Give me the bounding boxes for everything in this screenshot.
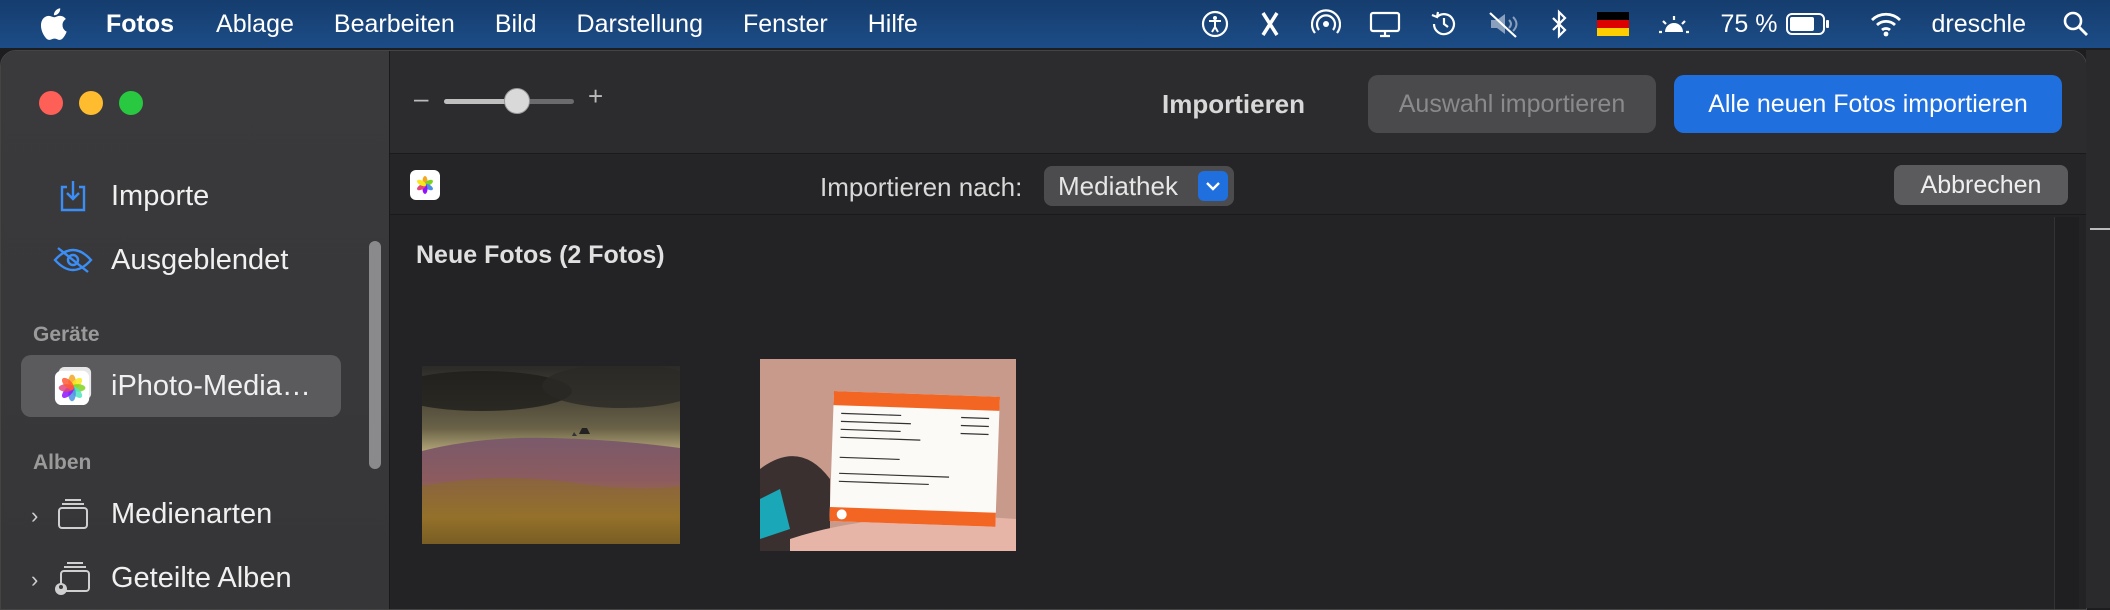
hidden-eye-icon (53, 240, 93, 280)
status-area: 75 % dreschle (1173, 0, 2110, 48)
mute-icon[interactable] (1487, 10, 1521, 38)
devices-header: Geräte (33, 323, 100, 346)
minimize-window-button[interactable] (79, 91, 103, 115)
shared-stack-icon (53, 558, 93, 598)
menu-app-name[interactable]: Fotos (106, 10, 174, 39)
import-to-label: Importieren nach: (820, 172, 1023, 202)
zoom-slider[interactable] (444, 88, 574, 114)
brightness-icon[interactable] (1657, 10, 1691, 38)
menu-hilfe[interactable]: Hilfe (868, 10, 918, 39)
sidebar-item-label: Medienarten (111, 497, 273, 530)
import-icon (53, 176, 93, 216)
sidebar-item-importe[interactable]: Importe (21, 165, 341, 227)
close-window-button[interactable] (39, 91, 63, 115)
search-icon[interactable] (2062, 10, 2090, 38)
sidebar-item-ausgeblendet[interactable]: Ausgeblendet (21, 229, 341, 291)
menu-bearbeiten[interactable]: Bearbeiten (334, 10, 455, 39)
destination-value: Mediathek (1058, 170, 1178, 201)
photos-window: Importe Ausgeblendet Geräte iPhoto-Media… (0, 50, 2087, 610)
sidebar-item-geteilte-alben[interactable]: Geteilte Alben (21, 547, 341, 609)
section-title: Neue Fotos (2 Fotos) (416, 241, 665, 269)
sidebar-item-label: Ausgeblendet (111, 243, 289, 276)
battery-percent[interactable]: 75 % (1721, 10, 1778, 39)
zoom-in-icon[interactable]: + (588, 81, 603, 112)
sidebar-item-label: Importe (111, 179, 210, 212)
albums-header: Alben (33, 451, 92, 474)
menu-bild[interactable]: Bild (495, 10, 537, 39)
sidebar-item-device[interactable]: iPhoto-Media… (21, 355, 341, 417)
photos-app-icon (410, 170, 440, 200)
sidebar-scrollbar[interactable] (369, 241, 381, 469)
photos-library-icon (53, 366, 93, 406)
menu-darstellung[interactable]: Darstellung (577, 10, 703, 39)
menu-ablage[interactable]: Ablage (216, 10, 294, 39)
import-destination-bar: Importieren nach: Mediathek Abbrechen (390, 154, 2086, 215)
battery-icon[interactable] (1785, 12, 1830, 36)
german-flag-icon[interactable] (1596, 12, 1629, 36)
accessibility-icon[interactable] (1201, 10, 1229, 38)
sidebar-item-medienarten[interactable]: Medienarten (21, 483, 341, 545)
import-all-button[interactable]: Alle neuen Fotos importieren (1674, 75, 2062, 133)
airdrop-icon[interactable] (1310, 9, 1341, 39)
stack-icon (53, 494, 93, 534)
user-name[interactable]: dreschle (1932, 10, 2027, 39)
import-view: – + Importieren Auswahl importieren Alle… (390, 51, 2086, 609)
bluetooth-icon[interactable] (1549, 9, 1569, 39)
time-machine-icon[interactable] (1429, 9, 1459, 39)
menu-fenster[interactable]: Fenster (743, 10, 828, 39)
zoom-window-button[interactable] (119, 91, 143, 115)
zoom-out-icon[interactable]: – (414, 83, 428, 114)
toolbar: – + Importieren Auswahl importieren Alle… (390, 51, 2086, 154)
display-icon[interactable] (1369, 10, 1401, 38)
photo-thumbnail-landscape[interactable] (422, 366, 680, 544)
background-window-detail (2090, 228, 2110, 230)
cancel-button[interactable]: Abbrechen (1894, 165, 2068, 205)
import-selection-button[interactable]: Auswahl importieren (1368, 75, 1656, 133)
content-scrollbar[interactable] (2054, 217, 2079, 609)
background-window-edge (2086, 50, 2110, 608)
destination-select[interactable]: Mediathek (1044, 166, 1234, 206)
wifi-icon[interactable] (1870, 11, 1902, 37)
toolbar-title: Importieren (1162, 89, 1306, 119)
sidebar-item-label: Geteilte Alben (111, 561, 292, 594)
photo-thumbnail-ticket[interactable] (760, 359, 1016, 551)
window-controls (39, 91, 159, 115)
menu-bar: Fotos Ablage Bearbeiten Bild Darstellung… (0, 0, 2110, 48)
sidebar-item-label: iPhoto-Media… (111, 369, 311, 402)
sidebar: Importe Ausgeblendet Geräte iPhoto-Media… (1, 51, 390, 609)
apple-icon[interactable] (36, 7, 70, 41)
chevron-down-icon (1198, 171, 1228, 201)
tools-icon[interactable] (1257, 9, 1283, 39)
zoom-slider-thumb[interactable] (503, 88, 530, 114)
